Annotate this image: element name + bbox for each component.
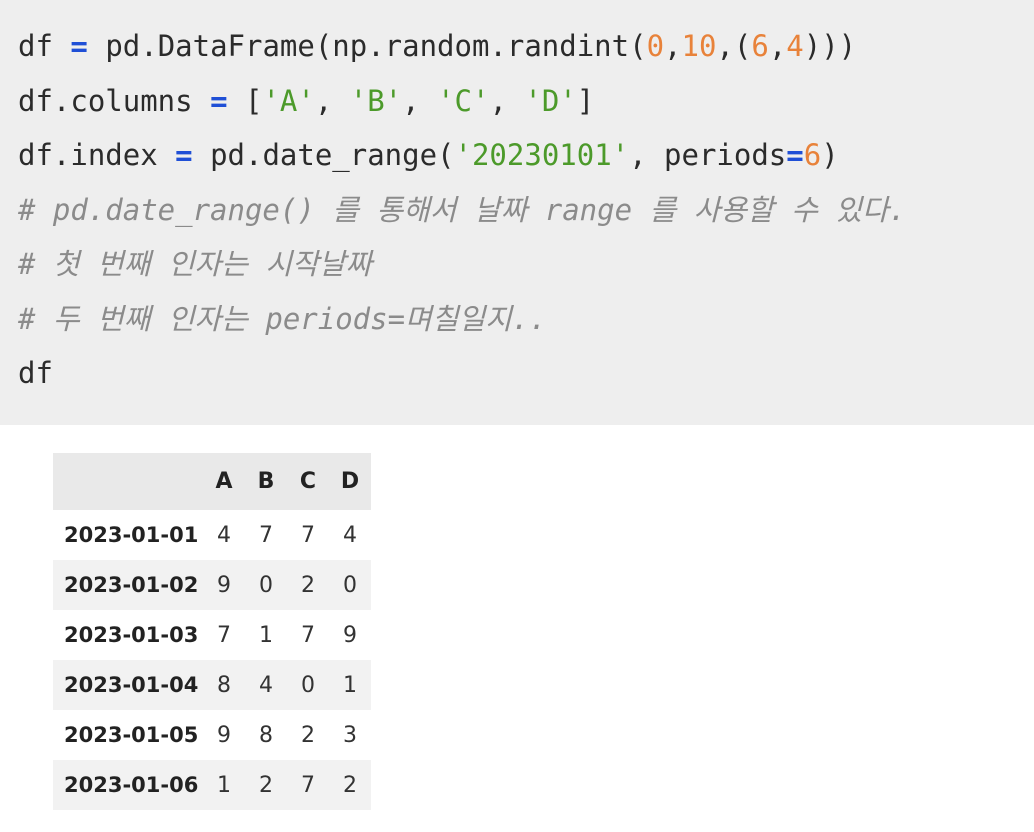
table-cell: 0 bbox=[301, 672, 315, 698]
code-operator: = bbox=[175, 138, 193, 172]
code-token: , periods bbox=[629, 138, 787, 172]
table-row: 2023-01-03 7 1 7 9 bbox=[53, 610, 371, 660]
table-row: 2023-01-06 1 2 7 2 bbox=[53, 760, 371, 810]
code-operator: = bbox=[210, 83, 228, 118]
table-cell: 2 bbox=[343, 772, 357, 798]
code-string: 'D' bbox=[524, 83, 577, 118]
code-line-3: df.index = pd.date_range('20230101', per… bbox=[18, 128, 1034, 183]
table-cell: 7 bbox=[301, 522, 315, 548]
table-cell: 7 bbox=[301, 622, 315, 648]
table-cell: 4 bbox=[217, 522, 231, 548]
row-index-label: 2023-01-06 bbox=[64, 773, 199, 797]
code-number: 4 bbox=[786, 29, 804, 63]
code-string: 'B' bbox=[349, 83, 403, 118]
table-cell: 2 bbox=[301, 722, 315, 748]
column-header: C bbox=[299, 469, 317, 494]
table-cell: 0 bbox=[259, 572, 273, 598]
column-header: D bbox=[340, 469, 360, 494]
table-cell: 7 bbox=[301, 772, 315, 798]
column-header: B bbox=[257, 469, 275, 494]
table-cell: 8 bbox=[217, 672, 231, 698]
code-comment-3: # 두 번째 인자는 periods=며칠일지.. bbox=[18, 301, 547, 336]
table-cell: 8 bbox=[259, 722, 273, 748]
row-index-label: 2023-01-05 bbox=[64, 723, 199, 747]
table-row: 2023-01-01 4 7 7 4 bbox=[53, 510, 371, 560]
table-cell: 2 bbox=[259, 772, 273, 798]
index-header bbox=[53, 453, 203, 510]
code-line-2: df.columns = ['A', 'B', 'C', 'D'] bbox=[18, 74, 1034, 129]
table-cell: 3 bbox=[343, 722, 357, 748]
table-cell: 7 bbox=[217, 622, 231, 648]
code-token: ] bbox=[576, 83, 595, 118]
dataframe-output-table: A B C D 2023-01-01 4 7 7 4 2023-01-02 9 … bbox=[53, 453, 371, 810]
code-token: ))) bbox=[803, 29, 857, 63]
code-number: 10 bbox=[681, 29, 717, 63]
code-string: 'A' bbox=[262, 83, 315, 118]
table-cell: 4 bbox=[343, 522, 357, 548]
table-cell: 7 bbox=[259, 522, 273, 548]
column-header: A bbox=[215, 469, 233, 494]
row-index-label: 2023-01-02 bbox=[64, 573, 199, 597]
table-row: 2023-01-04 8 4 0 1 bbox=[53, 660, 371, 710]
code-token: , bbox=[489, 83, 525, 118]
code-string: '20230101' bbox=[454, 138, 630, 172]
table-row: 2023-01-05 9 8 2 3 bbox=[53, 710, 371, 760]
table-cell: 4 bbox=[259, 672, 273, 698]
table-row: 2023-01-02 9 0 2 0 bbox=[53, 560, 371, 610]
code-token: [ bbox=[227, 83, 263, 118]
table-cell: 9 bbox=[217, 572, 231, 598]
code-line-1: df = pd.DataFrame(np.random.randint(0,10… bbox=[18, 19, 1034, 74]
code-operator: = bbox=[70, 29, 88, 63]
code-number: 6 bbox=[803, 138, 822, 172]
code-token: , bbox=[402, 83, 438, 118]
code-token: df.index bbox=[18, 138, 176, 172]
code-token: , bbox=[768, 29, 787, 63]
table-cell: 2 bbox=[301, 572, 315, 598]
code-token: pd.DataFrame(np.random.randint( bbox=[87, 29, 647, 63]
table-cell: 9 bbox=[343, 622, 357, 648]
code-token: df.columns bbox=[18, 83, 211, 118]
code-cell[interactable]: df = pd.DataFrame(np.random.randint(0,10… bbox=[0, 0, 1034, 425]
table-header-row: A B C D bbox=[53, 453, 371, 510]
code-token: ,( bbox=[716, 29, 752, 63]
code-line-7: df bbox=[18, 356, 53, 390]
table-cell: 9 bbox=[217, 722, 231, 748]
row-index-label: 2023-01-01 bbox=[64, 523, 199, 547]
code-token: pd.date_range( bbox=[192, 138, 455, 172]
table-cell: 1 bbox=[343, 672, 357, 698]
row-index-label: 2023-01-03 bbox=[64, 623, 199, 647]
code-comment-1: # pd.date_range() 를 통해서 날짜 range 를 사용할 수… bbox=[18, 192, 907, 227]
table-cell: 1 bbox=[259, 622, 273, 648]
code-number: 6 bbox=[751, 29, 769, 63]
code-token: df bbox=[18, 29, 71, 63]
table-cell: 0 bbox=[343, 572, 357, 598]
code-comment-2: # 첫 번째 인자는 시작날짜 bbox=[18, 247, 373, 281]
code-operator: = bbox=[786, 138, 804, 172]
code-token: , bbox=[664, 29, 682, 63]
table-cell: 1 bbox=[217, 772, 231, 798]
code-token: , bbox=[314, 83, 350, 118]
code-string: 'C' bbox=[437, 83, 490, 118]
code-token: ) bbox=[821, 138, 839, 172]
code-number: 0 bbox=[646, 29, 665, 63]
row-index-label: 2023-01-04 bbox=[64, 673, 199, 697]
